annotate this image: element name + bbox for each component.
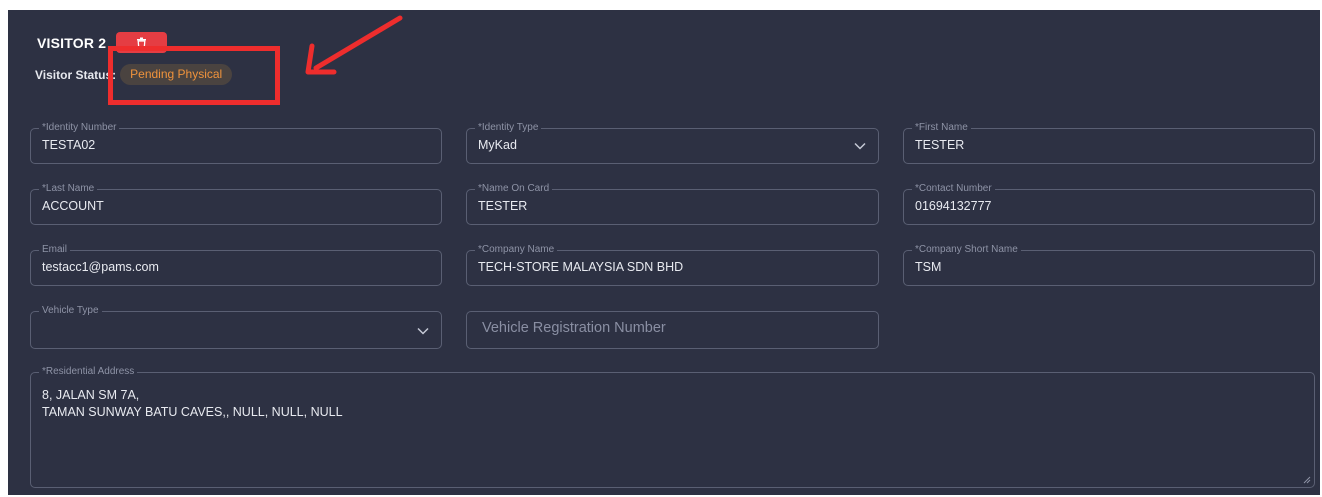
company-name-value: TECH-STORE MALAYSIA SDN BHD: [478, 260, 684, 274]
email-label: Email: [39, 243, 71, 257]
company-short-name-label: *Company Short Name: [912, 243, 1021, 257]
company-short-name-value: TSM: [915, 260, 942, 274]
visitor-panel: VISITOR 2 Visitor Status: Pending Physic…: [8, 10, 1320, 495]
first-name-label: *First Name: [912, 121, 971, 135]
company-name-field[interactable]: *Company Name TECH-STORE MALAYSIA SDN BH…: [466, 243, 879, 286]
identity-type-select[interactable]: *Identity Type MyKad: [466, 121, 879, 164]
identity-number-field[interactable]: *Identity Number TESTA02: [30, 121, 442, 164]
chevron-down-icon: [854, 142, 866, 150]
identity-type-value: MyKad: [478, 138, 517, 152]
resize-grip-icon[interactable]: [1303, 476, 1311, 484]
visitor-title: VISITOR 2: [37, 34, 107, 51]
vehicle-type-label: Vehicle Type: [39, 304, 102, 318]
identity-type-label: *Identity Type: [475, 121, 542, 135]
delete-visitor-button[interactable]: [116, 32, 168, 53]
trash-icon: [137, 37, 147, 49]
vehicle-registration-placeholder: Vehicle Registration Number: [482, 320, 666, 336]
contact-number-value: 01694132777: [915, 199, 992, 213]
visitor-status-label: Visitor Status:: [35, 67, 117, 82]
residential-address-value: 8, JALAN SM 7A, TAMAN SUNWAY BATU CAVES,…: [42, 388, 343, 419]
company-name-label: *Company Name: [475, 243, 558, 257]
visitor-header: VISITOR 2: [37, 32, 168, 53]
email-field[interactable]: Email testacc1@pams.com: [30, 243, 442, 286]
residential-address-label: *Residential Address: [39, 365, 138, 379]
visitor-status-row: Visitor Status: Pending Physical: [35, 64, 233, 85]
contact-number-field[interactable]: *Contact Number 01694132777: [903, 182, 1315, 225]
status-badge: Pending Physical: [120, 64, 233, 85]
name-on-card-value: TESTER: [478, 199, 528, 213]
first-name-value: TESTER: [915, 138, 965, 152]
identity-number-value: TESTA02: [42, 138, 96, 152]
company-short-name-field[interactable]: *Company Short Name TSM: [903, 243, 1315, 286]
vehicle-registration-input[interactable]: Vehicle Registration Number: [466, 311, 879, 349]
last-name-label: *Last Name: [39, 182, 98, 196]
identity-number-label: *Identity Number: [39, 121, 120, 135]
last-name-field[interactable]: *Last Name ACCOUNT: [30, 182, 442, 225]
last-name-value: ACCOUNT: [42, 199, 104, 213]
email-value: testacc1@pams.com: [42, 260, 159, 274]
name-on-card-label: *Name On Card: [475, 182, 553, 196]
residential-address-textarea[interactable]: *Residential Address 8, JALAN SM 7A, TAM…: [30, 365, 1315, 488]
name-on-card-field[interactable]: *Name On Card TESTER: [466, 182, 879, 225]
vehicle-type-select[interactable]: Vehicle Type: [30, 304, 442, 349]
first-name-field[interactable]: *First Name TESTER: [903, 121, 1315, 164]
chevron-down-icon: [417, 327, 429, 335]
contact-number-label: *Contact Number: [912, 182, 995, 196]
